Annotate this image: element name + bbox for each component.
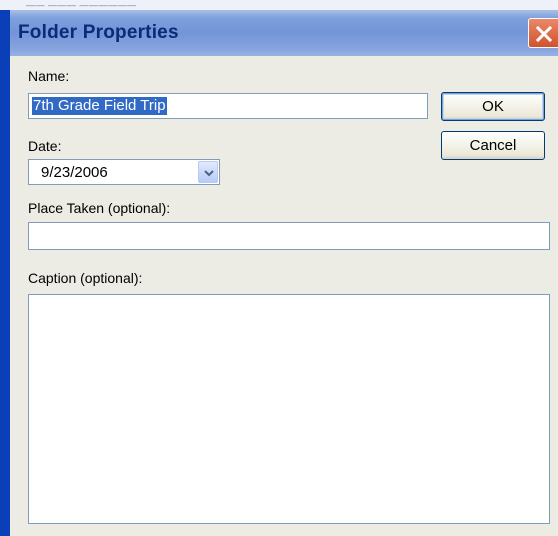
caption-label: Caption (optional): <box>28 270 143 286</box>
name-label: Name: <box>28 68 70 84</box>
date-label: Date: <box>28 138 62 154</box>
date-dropdown-button[interactable] <box>198 161 218 183</box>
name-field-value: 7th Grade Field Trip <box>32 97 167 115</box>
place-taken-field[interactable] <box>28 222 550 250</box>
close-icon <box>535 25 553 43</box>
title-bar[interactable]: Folder Properties <box>10 10 558 56</box>
caption-field[interactable] <box>28 294 550 524</box>
folder-properties-dialog: —— ——— —————— Folder Properties Name: 7t… <box>0 0 558 536</box>
ok-button[interactable]: OK <box>441 92 545 121</box>
window-title: Folder Properties <box>18 22 179 43</box>
chevron-down-icon <box>204 170 214 177</box>
date-value: 9/23/2006 <box>41 164 108 181</box>
dialog-body: Name: 7th Grade Field Trip OK Cancel Dat… <box>10 56 558 536</box>
background-text: —— ——— —————— <box>26 0 137 10</box>
place-taken-label: Place Taken (optional): <box>28 200 171 216</box>
window-left-border <box>0 10 10 536</box>
cancel-button[interactable]: Cancel <box>441 131 545 160</box>
background-window-strip: —— ——— —————— <box>0 0 558 10</box>
name-field[interactable]: 7th Grade Field Trip <box>28 93 428 119</box>
close-button[interactable] <box>528 18 558 48</box>
date-dropdown[interactable]: 9/23/2006 <box>28 159 220 185</box>
